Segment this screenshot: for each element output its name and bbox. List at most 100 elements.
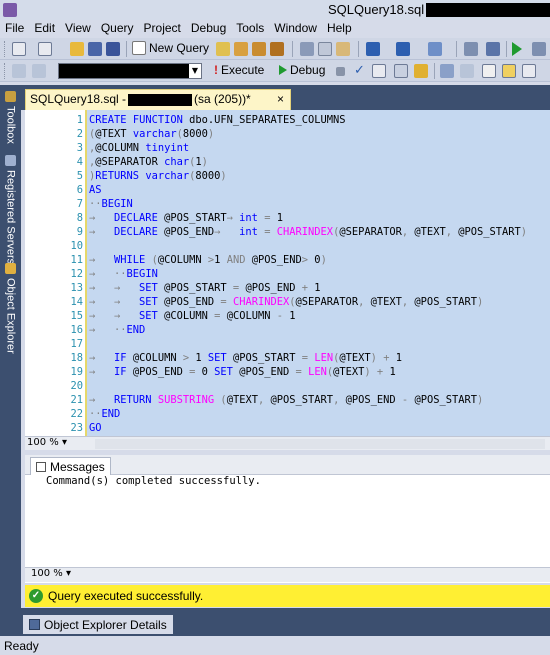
status-text: Ready: [4, 639, 39, 653]
editor-zoom-select[interactable]: 100 % ▾: [27, 437, 67, 448]
code-line[interactable]: 17: [25, 337, 550, 351]
menu-help[interactable]: Help: [327, 20, 358, 38]
redacted-server: [128, 93, 193, 106]
code-line[interactable]: 10: [25, 239, 550, 253]
code-line[interactable]: 22 ··END: [25, 407, 550, 421]
code-line[interactable]: 13 → → SET @POS_START = @POS_END + 1: [25, 281, 550, 295]
query-options-icon[interactable]: [414, 64, 428, 78]
mdx-query-icon[interactable]: [252, 42, 266, 56]
object-explorer-details-icon: [29, 619, 40, 630]
object-explorer-tab[interactable]: Object Explorer: [2, 261, 19, 354]
toolbar-grip[interactable]: [4, 41, 7, 57]
start-debugging-icon[interactable]: [512, 42, 522, 56]
query-document-tab[interactable]: SQLQuery18.sql - (sa (205))* ×: [25, 89, 291, 110]
line-number: 14: [70, 296, 83, 308]
results-to-text-icon[interactable]: [482, 64, 496, 78]
paste-icon[interactable]: [336, 42, 350, 56]
code-line[interactable]: 6 AS: [25, 183, 550, 197]
object-explorer-details-tab[interactable]: Object Explorer Details: [23, 615, 173, 634]
xmla-query-icon[interactable]: [270, 42, 284, 56]
change-connection-icon[interactable]: [32, 64, 46, 78]
code-text: CREATE FUNCTION dbo.UFN_SEPARATES_COLUMN…: [89, 114, 346, 126]
toolbar-overflow-icon[interactable]: [532, 42, 546, 56]
copy-icon[interactable]: [318, 42, 332, 56]
query-designer-icon[interactable]: [394, 64, 408, 78]
open-file-icon[interactable]: [70, 42, 84, 56]
code-line[interactable]: 16 → ··END: [25, 323, 550, 337]
messages-tab[interactable]: Messages: [30, 457, 111, 475]
line-number: 3: [76, 142, 83, 154]
parse-check-icon[interactable]: ✓: [354, 64, 368, 78]
menu-window[interactable]: Window: [274, 20, 323, 38]
new-project-icon[interactable]: [12, 42, 26, 56]
menu-edit[interactable]: Edit: [34, 20, 61, 38]
code-text: ··END: [89, 408, 121, 420]
code-line[interactable]: 11 → WHILE (@COLUMN >1 AND @POS_END> 0): [25, 253, 550, 267]
code-line[interactable]: 3 ,@COLUMN tinyint: [25, 141, 550, 155]
menu-file[interactable]: File: [5, 20, 30, 38]
code-line[interactable]: 9 → DECLARE @POS_END→ int = CHARINDEX(@SE…: [25, 225, 550, 239]
sql-editor[interactable]: 1 CREATE FUNCTION dbo.UFN_SEPARATES_COLUM…: [25, 110, 550, 436]
code-line[interactable]: 20: [25, 379, 550, 393]
close-tab-icon[interactable]: ×: [277, 92, 284, 106]
code-line[interactable]: 5)RETURNS varchar(8000): [25, 169, 550, 183]
horizontal-scrollbar[interactable]: [95, 439, 545, 449]
redo-icon[interactable]: [396, 42, 410, 56]
code-text: ,@SEPARATOR char(1): [89, 156, 208, 168]
code-line[interactable]: 15 → → SET @COLUMN = @COLUMN - 1: [25, 309, 550, 323]
code-text: (@TEXT varchar(8000): [89, 128, 215, 140]
results-to-grid-icon[interactable]: [502, 64, 516, 78]
database-engine-query-icon[interactable]: [216, 42, 230, 56]
navigate-backward-icon[interactable]: [428, 42, 442, 56]
code-line[interactable]: 21 → RETURN SUBSTRING (@TEXT, @POS_START,…: [25, 393, 550, 407]
code-line[interactable]: 1 CREATE FUNCTION dbo.UFN_SEPARATES_COLUM…: [25, 113, 550, 127]
code-line[interactable]: 18 → IF @COLUMN > 1 SET @POS_START = LEN(…: [25, 351, 550, 365]
solution-explorer-icon[interactable]: [464, 42, 478, 56]
toolbox-tab[interactable]: Toolbox: [2, 89, 19, 144]
doc-tab-connection: (sa (205))*: [194, 92, 251, 106]
execute-button[interactable]: ! Execute: [214, 63, 264, 77]
include-actual-plan-icon[interactable]: [460, 64, 474, 78]
messages-icon: [36, 461, 46, 472]
menu-tools[interactable]: Tools: [236, 20, 270, 38]
results-to-file-icon[interactable]: [522, 64, 536, 78]
menu-project[interactable]: Project: [144, 20, 187, 38]
object-explorer-tab-icon: [5, 263, 16, 274]
intellisense-icon[interactable]: [440, 64, 454, 78]
results-zoom-bar: 100 % ▾: [25, 567, 550, 582]
analysis-services-query-icon[interactable]: [234, 42, 248, 56]
new-query-button[interactable]: New Query: [132, 41, 209, 55]
line-number: 16: [70, 324, 83, 336]
available-databases-dropdown[interactable]: ▼: [58, 63, 202, 79]
code-text: → IF @COLUMN > 1 SET @POS_START = LEN(@T…: [89, 352, 402, 364]
editor-zoom-bar: 100 % ▾: [25, 436, 550, 450]
menu-view[interactable]: View: [65, 20, 97, 38]
line-number: 8: [76, 212, 83, 224]
toolbar-separator: [126, 41, 127, 57]
menu-debug[interactable]: Debug: [191, 20, 232, 38]
save-all-icon[interactable]: [106, 42, 120, 56]
debug-button[interactable]: Debug: [279, 63, 325, 77]
save-icon[interactable]: [88, 42, 102, 56]
registered-servers-tab[interactable]: Registered Servers: [2, 153, 19, 264]
code-line[interactable]: 12 → ··BEGIN: [25, 267, 550, 281]
object-explorer-icon[interactable]: [486, 42, 500, 56]
undo-icon[interactable]: [366, 42, 380, 56]
code-line[interactable]: 4 ,@SEPARATOR char(1): [25, 155, 550, 169]
results-tab-strip: Messages: [25, 455, 550, 475]
add-item-icon[interactable]: [38, 42, 52, 56]
code-line[interactable]: 19 → IF @POS_END = 0 SET @POS_END = LEN(@…: [25, 365, 550, 379]
code-line[interactable]: 8 → DECLARE @POS_START→ int = 1: [25, 211, 550, 225]
code-line[interactable]: 7 ··BEGIN: [25, 197, 550, 211]
connect-icon[interactable]: [12, 64, 26, 78]
toolbar-grip[interactable]: [4, 63, 7, 79]
menu-query[interactable]: Query: [101, 20, 140, 38]
code-line[interactable]: 14 → → SET @POS_END = CHARINDEX(@SEPARATO…: [25, 295, 550, 309]
code-line[interactable]: 23 GO: [25, 421, 550, 435]
cut-icon[interactable]: [300, 42, 314, 56]
code-line[interactable]: 2 (@TEXT varchar(8000): [25, 127, 550, 141]
results-zoom-select[interactable]: 100 % ▾: [31, 568, 71, 579]
execute-icon: !: [214, 63, 218, 77]
display-estimated-plan-icon[interactable]: [372, 64, 386, 78]
cancel-query-icon[interactable]: [336, 67, 345, 76]
